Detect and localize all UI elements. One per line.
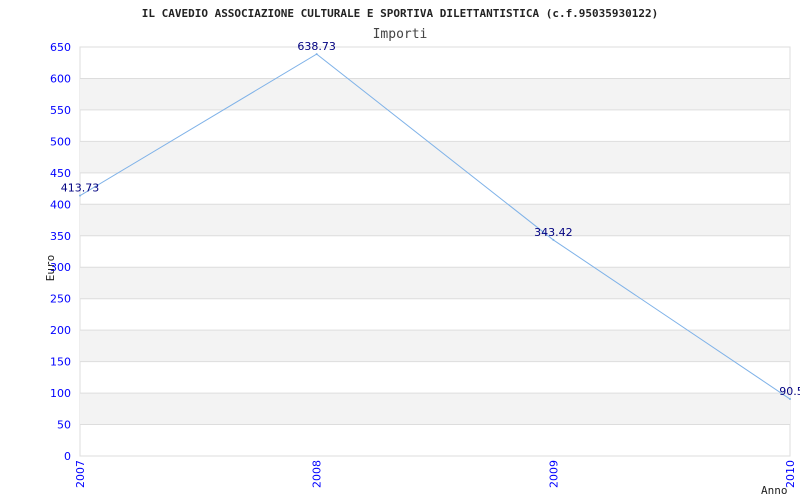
- y-tick-label: 250: [50, 293, 71, 306]
- x-axis-label: Anno: [761, 484, 788, 497]
- chart-title: IL CAVEDIO ASSOCIAZIONE CULTURALE E SPOR…: [142, 7, 659, 20]
- data-point: [79, 194, 81, 197]
- x-tick-label: 2008: [311, 460, 324, 488]
- y-tick-label: 450: [50, 167, 71, 180]
- grid-band: [80, 78, 790, 110]
- data-label: 343.42: [534, 226, 573, 239]
- chart-subtitle: Importi: [373, 27, 428, 42]
- data-label: 413.73: [61, 182, 100, 195]
- y-tick-label: 350: [50, 230, 71, 243]
- y-tick-label: 50: [57, 419, 71, 432]
- y-tick-label: 400: [50, 198, 71, 211]
- grid-band: [80, 204, 790, 236]
- grid-band: [80, 330, 790, 362]
- grid-band: [80, 141, 790, 173]
- data-point: [552, 238, 555, 241]
- grid-band: [80, 267, 790, 299]
- y-tick-label: 650: [50, 41, 71, 54]
- y-tick-label: 600: [50, 72, 71, 85]
- x-tick-label: 2009: [547, 460, 560, 488]
- data-label: 638.73: [297, 40, 336, 53]
- y-tick-label: 0: [64, 450, 71, 463]
- line-chart: IL CAVEDIO ASSOCIAZIONE CULTURALE E SPOR…: [44, 7, 800, 497]
- y-tick-label: 500: [50, 135, 71, 148]
- y-axis-label: Euro: [44, 255, 57, 282]
- data-point: [315, 53, 318, 56]
- data-label: 90.51: [779, 385, 800, 398]
- y-tick-label: 150: [50, 356, 71, 369]
- grid-band: [80, 393, 790, 425]
- data-point: [789, 398, 791, 401]
- x-tick-label: 2007: [74, 460, 87, 488]
- y-tick-label: 200: [50, 324, 71, 337]
- y-tick-label: 550: [50, 104, 71, 117]
- y-tick-label: 100: [50, 387, 71, 400]
